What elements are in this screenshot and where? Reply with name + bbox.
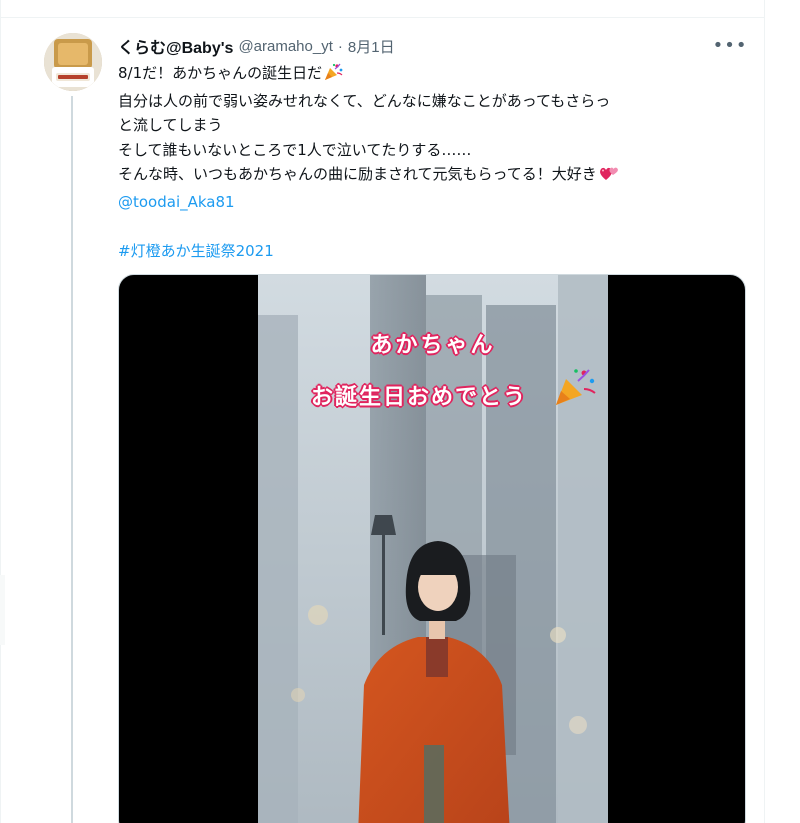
tweet-line-1: 8/1だ！あかちゃんの誕生日だ — [118, 61, 758, 89]
tweet-line-1-text: 8/1だ！あかちゃんの誕生日だ — [118, 64, 323, 82]
tweet-text: 8/1だ！あかちゃんの誕生日だ 自分は人の前で弱い姿みせれなくて、どんなに嫌なこ… — [118, 61, 758, 263]
user-handle[interactable]: @aramaho_yt — [238, 38, 332, 55]
text-spacer — [118, 214, 758, 239]
two-hearts-icon — [598, 164, 620, 190]
top-divider — [0, 17, 765, 18]
hashtag-link[interactable]: #灯橙あか生誕祭2021 — [118, 239, 758, 264]
tweet-header: くらむ@Baby's @aramaho_yt · 8月1日 — [118, 34, 395, 58]
edge-scroll-handle — [0, 575, 5, 645]
tweet-timestamp[interactable]: 8月1日 — [348, 36, 395, 57]
party-popper-icon — [323, 63, 343, 89]
column-border-right — [764, 0, 765, 823]
tweet-page: くらむ@Baby's @aramaho_yt · 8月1日 ••• 8/1だ！あ… — [0, 0, 800, 823]
party-popper-icon — [556, 369, 596, 405]
column-border-left — [0, 0, 1, 823]
more-options-icon[interactable]: ••• — [713, 36, 747, 56]
tweet-line-5: そんな時、いつもあかちゃんの曲に励まされて元気もらってる！大好き — [118, 162, 758, 190]
avatar[interactable] — [44, 33, 102, 91]
thread-line — [71, 96, 73, 823]
video-media[interactable]: あかちゃん お誕生日おめでとう — [118, 274, 746, 823]
avatar-image — [44, 33, 102, 91]
tweet-line-2: 自分は人の前で弱い姿みせれなくて、どんなに嫌なことがあってもさらっ — [118, 91, 611, 110]
video-overlay-line-2: お誕生日おめでとう — [310, 385, 527, 410]
header-separator: · — [337, 37, 343, 55]
tweet-line-4: そして誰もいないところで1人で泣いてたりする…… — [118, 140, 472, 159]
video-overlay-line-1: あかちゃん — [370, 333, 496, 358]
video-frame[interactable]: あかちゃん お誕生日おめでとう — [258, 275, 608, 823]
display-name[interactable]: くらむ@Baby's — [118, 34, 233, 58]
tweet-line-5-text: そんな時、いつもあかちゃんの曲に励まされて元気もらってる！大好き — [118, 165, 597, 183]
mention-link[interactable]: @toodai_Aka81 — [118, 190, 758, 215]
tweet-line-3: と流してしまう — [118, 116, 223, 134]
